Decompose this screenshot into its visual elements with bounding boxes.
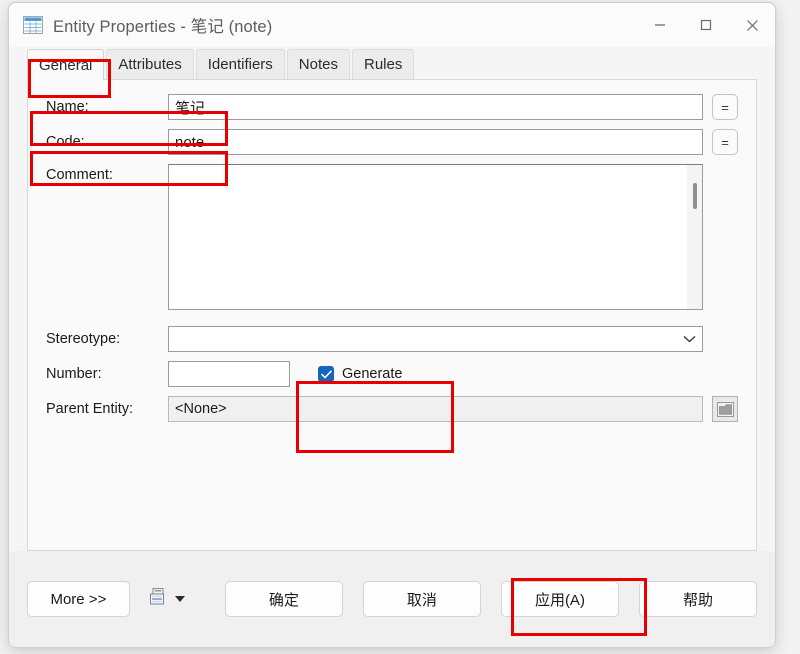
folder-icon[interactable] [712, 396, 738, 422]
parent-entity-row: Parent Entity: <None> [46, 396, 738, 422]
tab-attributes-label: Attributes [118, 56, 182, 73]
minimize-button[interactable] [637, 3, 683, 47]
tab-rules-label: Rules [363, 56, 403, 73]
tab-rules[interactable]: Rules [351, 49, 415, 79]
help-button[interactable]: 帮助 [638, 581, 758, 617]
stereotype-row: Stereotype: [46, 326, 738, 352]
general-tab-panel: Name: 笔记 = Code: note = Comment: Stereot… [27, 79, 757, 551]
report-preview-icon[interactable] [148, 587, 168, 612]
apply-button[interactable]: 应用(A) [500, 581, 619, 617]
code-equals-button[interactable]: = [712, 129, 738, 155]
title-bar: Entity Properties - 笔记 (note) [9, 3, 775, 47]
name-row: Name: 笔记 = [46, 94, 738, 120]
generate-checkbox[interactable]: Generate [318, 366, 402, 382]
generate-label: Generate [342, 366, 403, 382]
number-label: Number: [46, 366, 102, 382]
parent-entity-label: Parent Entity: [46, 401, 134, 417]
name-equals-button[interactable]: = [712, 94, 738, 120]
tab-general[interactable]: General [27, 49, 105, 80]
comment-row: Comment: [46, 164, 738, 310]
comment-textarea[interactable] [168, 164, 703, 310]
number-input[interactable] [168, 361, 290, 387]
comment-textarea-value [169, 165, 687, 309]
title-bar-left: Entity Properties - 笔记 (note) [9, 13, 272, 37]
chevron-down-icon[interactable] [174, 596, 185, 602]
maximize-button[interactable] [683, 3, 729, 47]
stereotype-combobox[interactable] [168, 326, 703, 352]
code-label: Code: [46, 134, 85, 150]
tab-identifiers[interactable]: Identifiers [195, 49, 285, 79]
cancel-button[interactable]: 取消 [362, 581, 481, 617]
name-input[interactable]: 笔记 [168, 94, 703, 120]
tab-notes-label: Notes [298, 56, 338, 73]
comment-scrollbar[interactable] [687, 165, 702, 309]
name-label: Name: [46, 99, 89, 115]
tab-strip: General Attributes Identifiers Notes Rul… [9, 47, 775, 80]
code-input[interactable]: note [168, 129, 703, 155]
parent-entity-input[interactable]: <None> [168, 396, 703, 422]
tab-identifiers-label: Identifiers [207, 56, 273, 73]
code-row: Code: note = [46, 129, 738, 155]
entity-properties-dialog: Entity Properties - 笔记 (note) General At… [8, 2, 776, 648]
stereotype-label: Stereotype: [46, 331, 121, 347]
comment-label: Comment: [46, 167, 113, 183]
tab-general-label: General [39, 56, 93, 74]
close-button[interactable] [729, 3, 775, 47]
ok-button[interactable]: 确定 [224, 581, 343, 617]
chevron-down-icon[interactable] [683, 333, 696, 345]
tab-notes[interactable]: Notes [286, 49, 350, 79]
dialog-button-bar: More >> 确定 取消 应用(A) 帮助 [9, 551, 775, 647]
comment-scrollbar-thumb[interactable] [693, 183, 697, 209]
report-group [148, 587, 185, 612]
window-controls [637, 3, 775, 47]
more-button[interactable]: More >> [27, 581, 130, 617]
number-row: Number: Generate [46, 361, 738, 387]
table-icon [23, 16, 43, 34]
window-title: Entity Properties - 笔记 (note) [53, 18, 273, 36]
checkmark-icon[interactable] [318, 366, 334, 382]
tab-attributes[interactable]: Attributes [106, 49, 194, 79]
